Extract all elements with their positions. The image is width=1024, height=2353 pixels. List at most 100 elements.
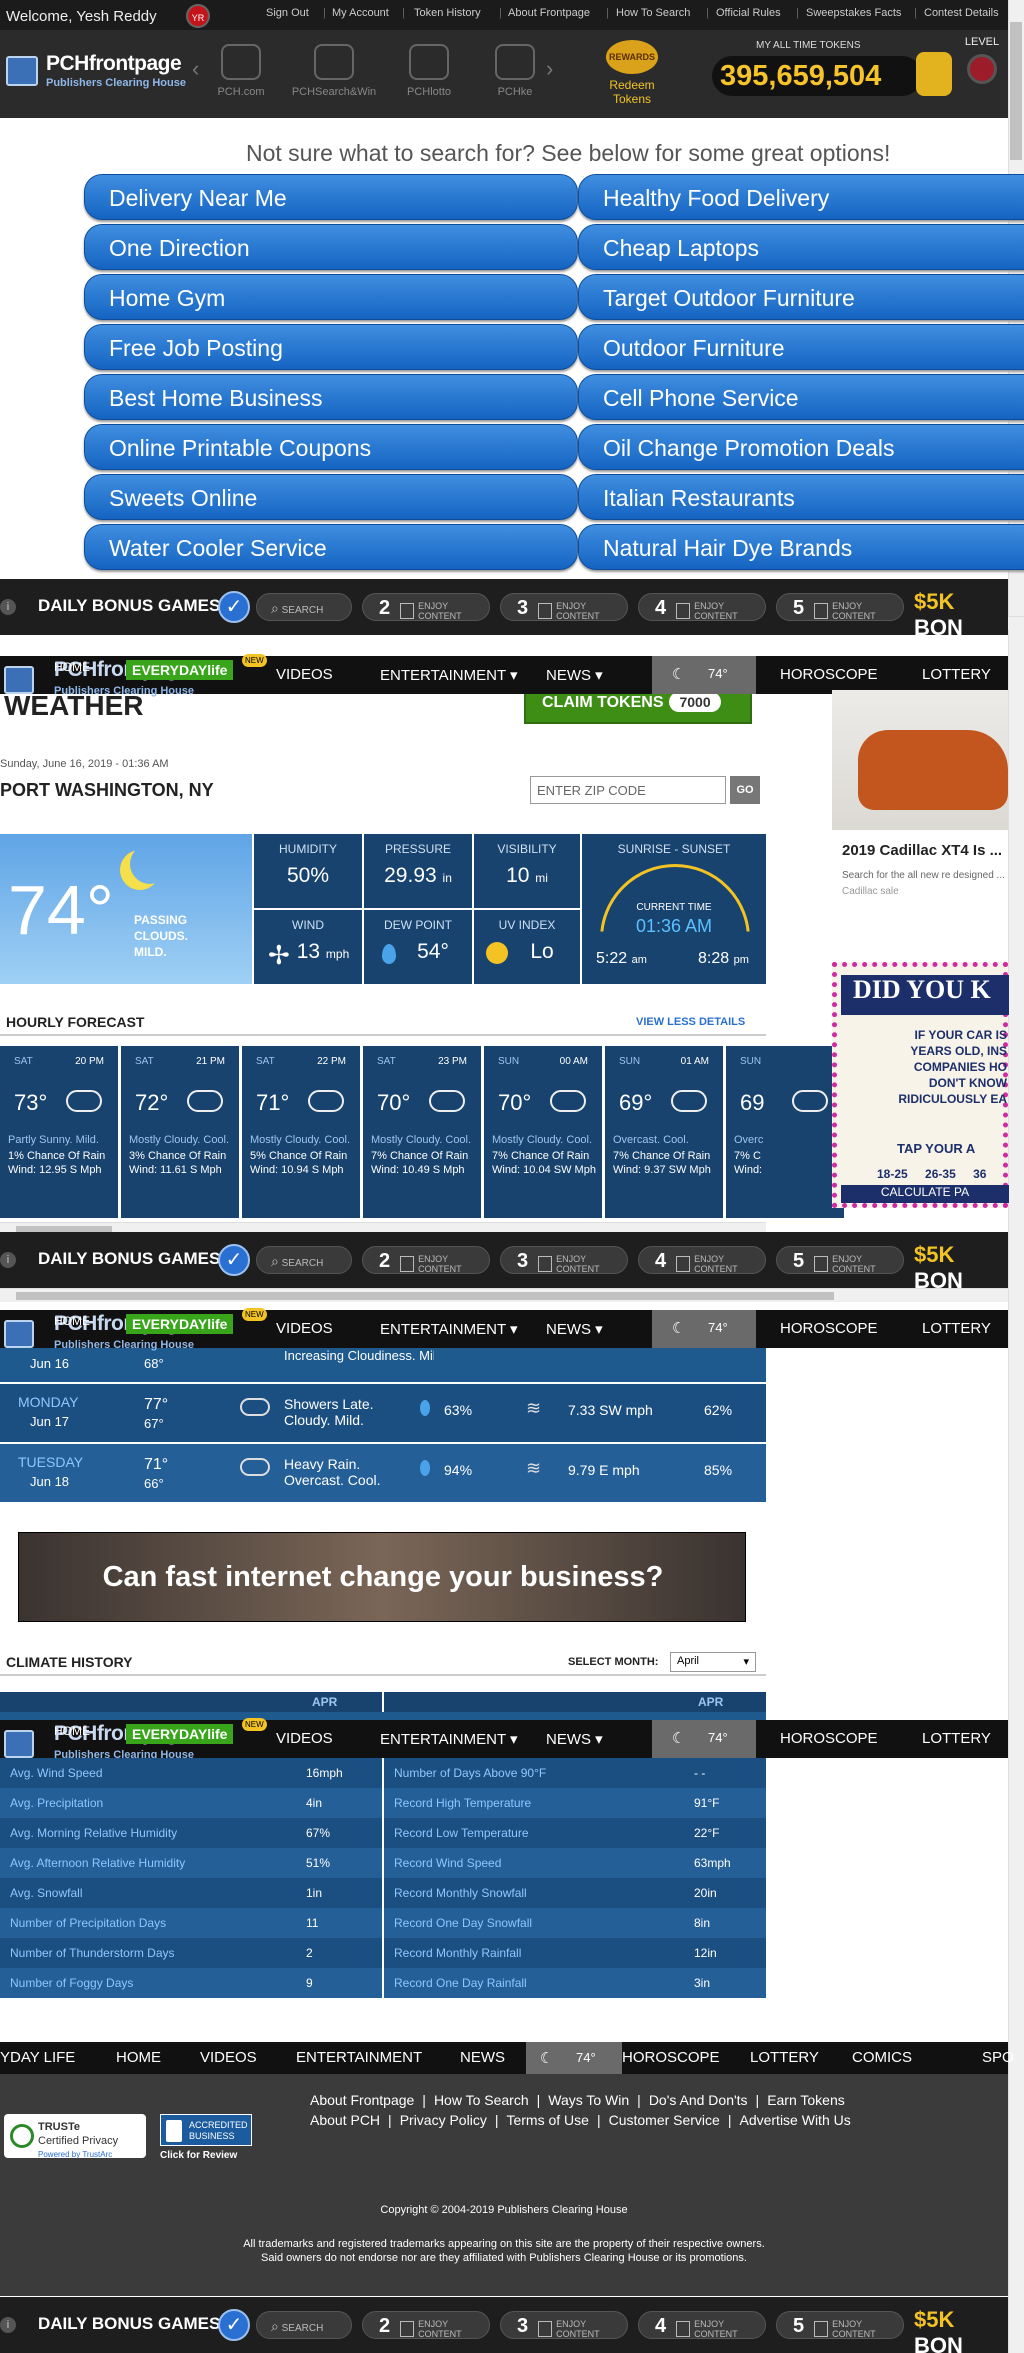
search-suggestion-button[interactable]: Outdoor Furniture [578,324,1024,370]
bonus-prize[interactable]: $5K BON [914,2307,1008,2353]
search-suggestion-button[interactable]: Delivery Near Me [84,174,578,220]
footer-nav-item[interactable]: YDAY LIFE [0,2049,75,2066]
zip-code-input[interactable]: ENTER ZIP CODE [530,776,726,804]
search-suggestion-button[interactable]: Best Home Business [84,374,578,420]
bonus-step-4[interactable]: 4 ENJOY CONTENT [638,1246,766,1274]
nav-home[interactable]: HOME [54,1314,90,1328]
nav-weather[interactable]: ☾ 74° [652,1720,756,1758]
nav-news[interactable]: NEWS ▾ [546,1730,603,1748]
footer-nav-weather[interactable]: ☾ 74° [526,2042,622,2074]
search-suggestion-button[interactable]: Cheap Laptops [578,224,1024,270]
nav-videos[interactable]: VIDEOS [276,1730,333,1747]
footer-link[interactable]: Do's And Don'ts [649,2092,748,2108]
nav-lottery[interactable]: LOTTERY [922,1320,991,1337]
footer-nav-item[interactable]: ENTERTAINMENT [296,2049,422,2066]
info-icon[interactable]: i [0,2317,16,2333]
search-suggestion-button[interactable]: Oil Change Promotion Deals [578,424,1024,470]
footer-link[interactable]: Advertise With Us [739,2112,850,2128]
footer-link[interactable]: Earn Tokens [767,2092,845,2108]
nav-pch-search-win[interactable]: PCHSearch&Win [288,44,380,98]
truste-seal[interactable]: TRUSTe Certified Privacy Powered by TrustA… [4,2114,146,2159]
bonus-step-3[interactable]: 3 ENJOY CONTENT [500,593,628,621]
footer-link[interactable]: Privacy Policy [400,2112,487,2128]
nav-entertainment[interactable]: ENTERTAINMENT ▾ [380,666,518,684]
footer-nav-item[interactable]: LOTTERY [750,2049,819,2066]
nav-weather[interactable]: ☾ 74° [652,656,756,694]
search-suggestion-button[interactable]: Water Cooler Service [84,524,578,570]
bonus-step-2[interactable]: 2 ENJOY CONTENT [362,2311,490,2339]
zip-go-button[interactable]: GO [730,776,760,804]
bonus-step-2[interactable]: 2 ENJOY CONTENT [362,1246,490,1274]
chevron-right-icon[interactable]: › [546,56,553,82]
bonus-step-5[interactable]: 5 ENJOY CONTENT [776,593,904,621]
search-suggestion-button[interactable]: Free Job Posting [84,324,578,370]
footer-nav-item[interactable]: SPO [982,2049,1014,2066]
footer-nav-item[interactable]: COMICS [852,2049,912,2066]
nav-everyday-life[interactable]: EVERYDAYlife [126,1314,234,1334]
nav-horoscope[interactable]: HOROSCOPE [780,666,878,683]
nav-pch-lotto[interactable]: PCHlotto [394,44,464,98]
avatar[interactable]: YR [186,4,210,28]
sweepstakes-facts-link[interactable]: Sweepstakes Facts [806,7,901,19]
horizontal-scrollbar[interactable] [0,1288,1008,1302]
bonus-step-4[interactable]: 4 ENJOY CONTENT [638,593,766,621]
about-frontpage-link[interactable]: About Frontpage [508,7,590,19]
nav-home[interactable]: HOME [54,1724,90,1738]
bonus-search-step[interactable]: ⌕ SEARCH [256,593,352,621]
redeem-tokens-button[interactable]: REWARDS Redeem Tokens [592,40,672,106]
chevron-left-icon[interactable]: ‹ [192,56,199,82]
month-select[interactable]: April ▾ [670,1652,756,1672]
footer-nav-item[interactable]: HOME [116,2049,161,2066]
nav-news[interactable]: NEWS ▾ [546,666,603,684]
car-ad[interactable]: 2019 Cadillac XT4 Is ... Search for the … [832,690,1008,918]
nav-lottery[interactable]: LOTTERY [922,1730,991,1747]
nav-videos[interactable]: VIDEOS [276,666,333,683]
search-suggestion-button[interactable]: Online Printable Coupons [84,424,578,470]
bonus-step-5[interactable]: 5 ENJOY CONTENT [776,2311,904,2339]
footer-link[interactable]: Customer Service [609,2112,720,2128]
bonus-step-5[interactable]: 5 ENJOY CONTENT [776,1246,904,1274]
official-rules-link[interactable]: Official Rules [716,7,781,19]
search-suggestion-button[interactable]: Sweets Online [84,474,578,520]
contest-details-link[interactable]: Contest Details [924,7,999,19]
bonus-prize[interactable]: $5K BON [914,589,1008,641]
info-icon[interactable]: i [0,599,16,615]
footer-nav-item[interactable]: VIDEOS [200,2049,257,2066]
scrollbar-thumb[interactable] [1010,22,1022,160]
bonus-step-3[interactable]: 3 ENJOY CONTENT [500,1246,628,1274]
nav-everyday-life[interactable]: EVERYDAYlife [126,1724,234,1744]
bbb-seal[interactable]: ACCREDITED BUSINESS Click for Review [160,2114,252,2170]
bonus-search-step[interactable]: ⌕ SEARCH [256,2311,352,2339]
bonus-step-4[interactable]: 4 ENJOY CONTENT [638,2311,766,2339]
bonus-step-3[interactable]: 3 ENJOY CONTENT [500,2311,628,2339]
footer-nav-item[interactable]: HOROSCOPE [622,2049,720,2066]
bonus-search-step[interactable]: ⌕ SEARCH [256,1246,352,1274]
insurance-ad[interactable]: DID YOU K IF YOUR CAR IS YEARS OLD, INS CO… [832,962,1009,1208]
info-icon[interactable]: i [0,1252,16,1268]
footer-nav-item[interactable]: NEWS [460,2049,505,2066]
search-suggestion-button[interactable]: Target Outdoor Furniture [578,274,1024,320]
nav-horoscope[interactable]: HOROSCOPE [780,1320,878,1337]
level-indicator[interactable]: LEVEL [960,36,1004,96]
footer-link[interactable]: About Frontpage [310,2092,414,2108]
nav-pch-com[interactable]: PCH.com [206,44,276,98]
internet-ad-banner[interactable]: Can fast internet change your business? [18,1532,746,1622]
nav-home[interactable]: HOME [54,660,90,674]
bonus-step-2[interactable]: 2 ENJOY CONTENT [362,593,490,621]
search-suggestion-button[interactable]: Cell Phone Service [578,374,1024,420]
search-suggestion-button[interactable]: Healthy Food Delivery [578,174,1024,220]
nav-horoscope[interactable]: HOROSCOPE [780,1730,878,1747]
nav-entertainment[interactable]: ENTERTAINMENT ▾ [380,1730,518,1748]
nav-lottery[interactable]: LOTTERY [922,666,991,683]
search-suggestion-button[interactable]: Home Gym [84,274,578,320]
nav-entertainment[interactable]: ENTERTAINMENT ▾ [380,1320,518,1338]
nav-videos[interactable]: VIDEOS [276,1320,333,1337]
how-to-search-link[interactable]: How To Search [616,7,690,19]
sign-out-link[interactable]: Sign Out [266,7,309,19]
my-account-link[interactable]: My Account [332,7,389,19]
view-less-details-link[interactable]: VIEW LESS DETAILS [636,1016,745,1028]
search-suggestion-button[interactable]: One Direction [84,224,578,270]
footer-link[interactable]: About PCH [310,2112,380,2128]
nav-weather[interactable]: ☾ 74° [652,1310,756,1348]
token-history-link[interactable]: Token History [414,7,481,19]
